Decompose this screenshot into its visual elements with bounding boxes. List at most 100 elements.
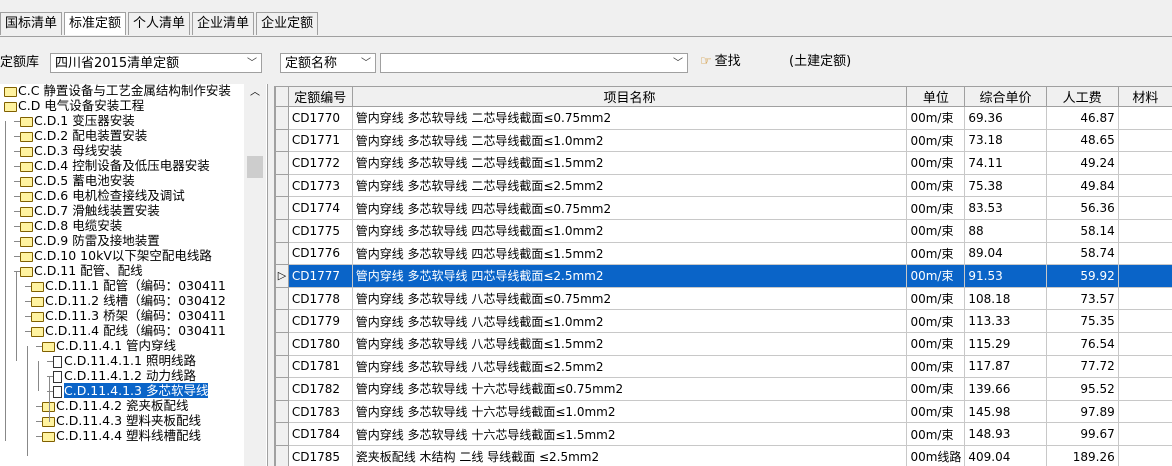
row-indicator[interactable] [275,151,289,175]
column-header[interactable]: 项目名称 [351,86,908,107]
row-indicator[interactable] [275,377,289,401]
table-row[interactable]: CD1771 管内穿线 多芯软导线 二芯导线截面≤1.0mm2 00m/束 73.18… [275,128,1172,153]
cell-code: CD1781 [287,354,353,379]
folder-icon [20,116,33,127]
chevron-down-icon[interactable]: ﹀ [361,54,371,74]
cell-code: CD1785 [287,444,353,466]
tree-node[interactable]: C.D.11.4.4 塑料线槽配线 [42,428,201,443]
tree-node[interactable]: C.D.2 配电装置安装 [20,128,147,143]
find-label: 查找 [714,54,741,69]
tree-node[interactable]: C.D.4 控制设备及低压电器安装 [20,158,210,173]
table-row[interactable]: CD1776 管内穿线 多芯软导线 四芯导线截面≤1.5mm2 00m/束 89.04… [275,241,1172,266]
scroll-up-icon[interactable]: ︿ [244,84,266,102]
field-select[interactable]: 定额名称 ﹀ [280,53,376,73]
tree-node[interactable]: C.D.11.1 配管（编码：030411 [31,278,226,293]
folder-icon [42,431,55,442]
tree-guide [27,346,28,456]
tree-guide [49,376,50,422]
folder-icon [20,176,33,187]
quota-grid: 定额编号 项目名称 单位 综合单价 人工费 材料 CD1770 管内穿线 多芯软导线 二芯导… [274,86,1172,466]
tree-node[interactable]: C.D.11.4.1.2 动力线路 [53,368,196,383]
row-indicator[interactable] [275,354,289,379]
column-header[interactable]: 综合单价 [964,86,1047,107]
tree-node[interactable]: C.D.11.4.2 瓷夹板配线 [42,398,189,413]
tab-1[interactable]: 标准定额 [64,12,127,35]
row-indicator[interactable] [275,309,289,333]
column-header[interactable]: 材料 [1117,86,1172,107]
cell-name: 管内穿线 多芯软导线 八芯导线截面≤1.5mm2 [351,331,908,356]
table-row[interactable]: CD1778 管内穿线 多芯软导线 八芯导线截面≤0.75mm2 00m/束 108.… [275,286,1172,311]
table-row[interactable]: CD1784 管内穿线 多芯软导线 十六芯导线截面≤1.5mm2 00m/束 148.… [275,422,1172,446]
folder-icon [20,191,33,202]
library-select[interactable]: 四川省2015清单定额 ﹀ [50,53,262,73]
table-row[interactable]: CD1783 管内穿线 多芯软导线 十六芯导线截面≤1.0mm2 00m/束 145.… [275,399,1172,424]
cell-price: 108.18 [964,286,1047,311]
chevron-down-icon[interactable]: ﹀ [673,54,683,74]
tree-node[interactable]: C.D.10 10kV以下架空配电线路 [20,248,212,263]
tree-node[interactable]: C.D.8 电缆安装 [20,218,122,233]
cell-name: 管内穿线 多芯软导线 四芯导线截面≤0.75mm2 [351,196,908,220]
tree-node[interactable]: C.D.6 电机检查接线及调试 [20,188,185,203]
tree-node[interactable]: C.D.11.4 配线（编码：030411 [31,323,226,338]
row-indicator[interactable] [275,196,289,220]
search-input[interactable]: ﹀ [380,53,688,73]
row-indicator[interactable] [275,128,289,153]
cell-labor: 76.54 [1045,331,1119,356]
tree-node[interactable]: C.D.9 防雷及接地装置 [20,233,160,248]
tree-node[interactable]: C.D.1 变压器安装 [20,113,135,128]
chevron-down-icon[interactable]: ﹀ [247,54,257,74]
tab-2[interactable]: 个人清单 [128,12,191,35]
row-indicator[interactable] [275,286,289,311]
find-icon: ☞ [700,54,712,69]
table-row[interactable]: CD1772 管内穿线 多芯软导线 二芯导线截面≤1.5mm2 00m/束 74.11… [275,151,1172,175]
tree-node[interactable]: C.D 电气设备安装工程 [4,98,144,113]
tree-node[interactable]: C.D.11.4.1.3 多芯软导线 [53,383,209,398]
tree-node[interactable]: C.D.11.2 线槽（编码：030412 [31,293,226,308]
tab-4[interactable]: 企业定额 [256,12,319,35]
column-header[interactable]: 单位 [906,86,966,107]
table-row[interactable]: CD1785 瓷夹板配线 木结构 二线 导线截面 ≤2.5mm2 00m线路 409.… [275,444,1172,466]
row-indicator[interactable] [275,106,289,130]
row-indicator[interactable] [275,241,289,266]
cell-code: CD1776 [287,241,353,266]
find-button[interactable]: ☞ 查找 [700,51,741,73]
tab-0[interactable]: 国标清单 [0,12,63,35]
table-row[interactable]: CD1781 管内穿线 多芯软导线 八芯导线截面≤2.5mm2 00m/束 117.8… [275,354,1172,379]
table-row[interactable]: CD1774 管内穿线 多芯软导线 四芯导线截面≤0.75mm2 00m/束 83.5… [275,196,1172,220]
tree-node[interactable]: C.D.11.4.1 管内穿线 [42,338,176,353]
table-row[interactable]: CD1773 管内穿线 多芯软导线 二芯导线截面≤2.5mm2 00m/束 75.38… [275,173,1172,198]
tree-scrollbar[interactable]: ︿ [244,84,266,466]
table-row[interactable]: CD1770 管内穿线 多芯软导线 二芯导线截面≤0.75mm2 00m/束 69.3… [275,106,1172,130]
tab-3[interactable]: 企业清单 [192,12,255,35]
category-tree[interactable]: C.C 静置设备与工艺金属结构制作安装 C.D 电气设备安装工程 C.D.1 变压器… [0,84,268,466]
cell-material [1117,151,1172,175]
row-indicator[interactable] [275,399,289,424]
tree-node[interactable]: C.D.11.3 桥架（编码：030411 [31,308,226,323]
row-indicator[interactable] [275,218,289,243]
tree-node[interactable]: C.C 静置设备与工艺金属结构制作安装 [4,84,231,98]
cell-material [1117,422,1172,446]
table-row[interactable]: CD1780 管内穿线 多芯软导线 八芯导线截面≤1.5mm2 00m/束 115.2… [275,331,1172,356]
tree-node[interactable]: C.D.11.4.1.1 照明线路 [53,353,196,368]
cell-code: CD1780 [287,331,353,356]
tree-node[interactable]: C.D.3 母线安装 [20,143,122,158]
scroll-thumb[interactable] [247,156,263,178]
cell-name: 管内穿线 多芯软导线 四芯导线截面≤2.5mm2 [351,264,908,288]
row-pointer-icon[interactable]: ▷ [275,264,289,288]
column-header[interactable]: 人工费 [1045,86,1119,107]
tree-node[interactable]: C.D.11 配管、配线 [20,263,143,278]
row-indicator[interactable] [275,444,289,466]
row-indicator[interactable] [275,331,289,356]
row-indicator[interactable] [275,173,289,198]
column-header[interactable]: 定额编号 [287,86,353,107]
tree-node[interactable]: C.D.5 蓄电池安装 [20,173,135,188]
tab-divider [0,36,1172,37]
table-row[interactable]: ▷ CD1777 管内穿线 多芯软导线 四芯导线截面≤2.5mm2 00m/束 91.5… [275,264,1172,288]
table-row[interactable]: CD1782 管内穿线 多芯软导线 十六芯导线截面≤0.75mm2 00m/束 139… [275,377,1172,401]
row-indicator[interactable] [275,422,289,446]
cell-labor: 58.14 [1045,218,1119,243]
table-row[interactable]: CD1779 管内穿线 多芯软导线 八芯导线截面≤1.0mm2 00m/束 113.3… [275,309,1172,333]
tree-node[interactable]: C.D.7 滑触线装置安装 [20,203,160,218]
table-row[interactable]: CD1775 管内穿线 多芯软导线 四芯导线截面≤1.0mm2 00m/束 88 58.… [275,218,1172,243]
tree-node[interactable]: C.D.11.4.3 塑料夹板配线 [42,413,201,428]
